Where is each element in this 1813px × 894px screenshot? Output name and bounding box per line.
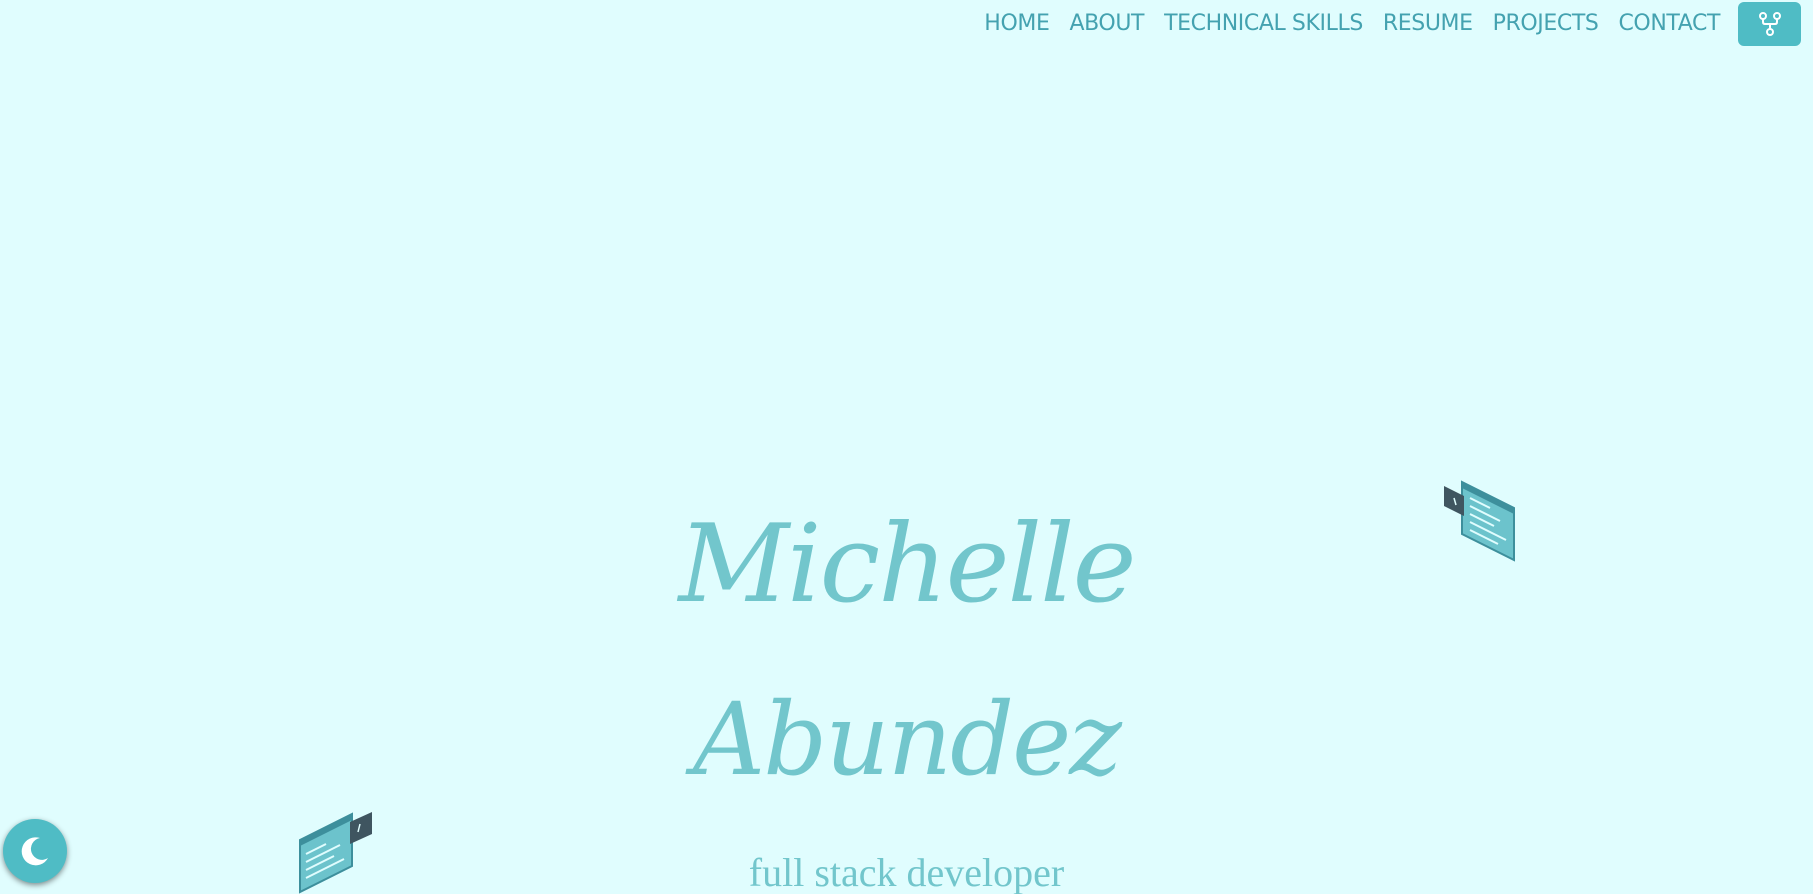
moon-icon [21, 837, 48, 866]
hero-subtitle: full stack developer [748, 850, 1065, 894]
hero-first-name: Michelle [678, 502, 1136, 627]
theme-toggle-button[interactable] [3, 819, 67, 883]
hero-section: Michelle Abundez full stack developer [0, 0, 1813, 894]
hero-last-name: Abundez [693, 681, 1122, 798]
